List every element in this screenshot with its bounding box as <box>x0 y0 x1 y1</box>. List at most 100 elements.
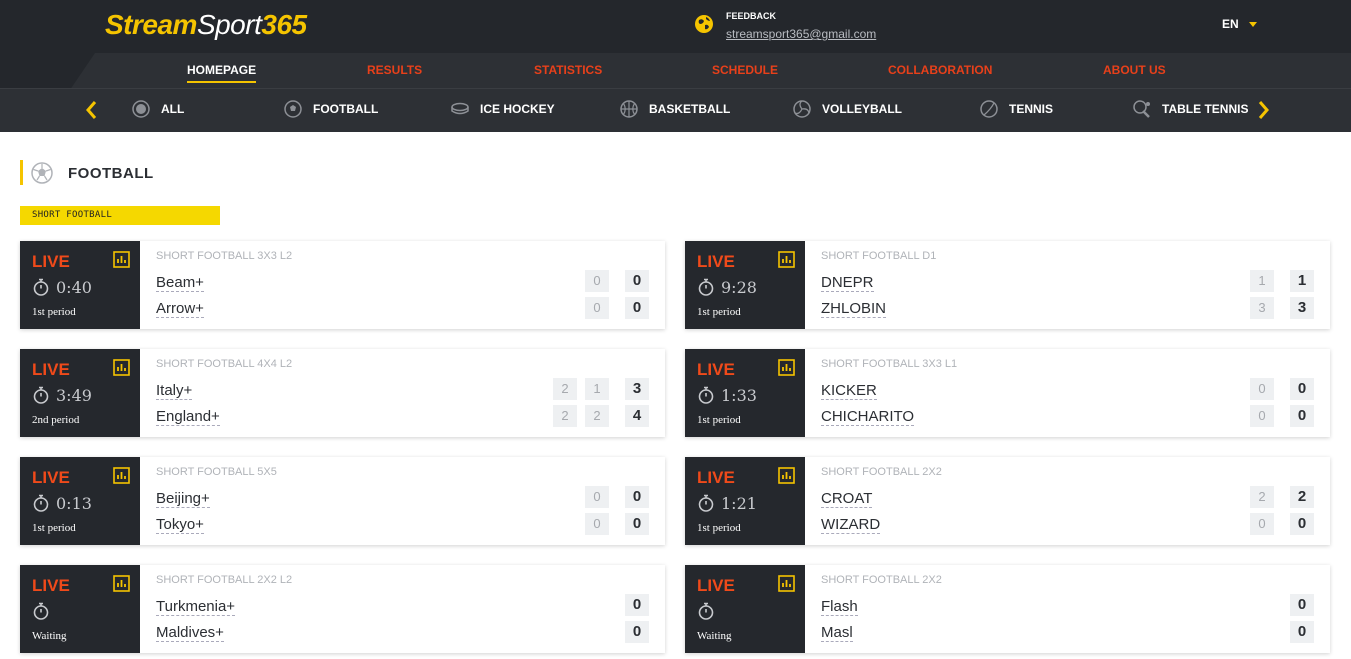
tennis-ball-icon <box>980 100 998 118</box>
caret-down-icon[interactable] <box>1249 22 1257 27</box>
total-score: 0 <box>1290 405 1314 427</box>
live-label: LIVE <box>32 252 70 271</box>
team-name-away[interactable]: Masl <box>821 624 853 642</box>
nav-collaboration[interactable]: COLLABORATION <box>888 63 992 77</box>
nav-results[interactable]: RESULTS <box>367 63 422 77</box>
stats-icon[interactable] <box>778 467 795 484</box>
live-label: LIVE <box>697 576 735 595</box>
match-card[interactable]: LIVE 1:21 1st period SHORT FOOTBALL 2X2 CROA… <box>685 457 1330 545</box>
period-score: 0 <box>585 297 609 319</box>
stats-icon[interactable] <box>113 251 130 268</box>
match-league: SHORT FOOTBALL 3X3 L1 <box>821 358 958 370</box>
chevron-left-icon[interactable] <box>84 100 98 120</box>
team-name-home[interactable]: CROAT <box>821 490 873 508</box>
match-time: 9:28 <box>721 278 757 297</box>
match-card[interactable]: LIVE 3:49 2nd period SHORT FOOTBALL 4X4 L2 I… <box>20 349 665 437</box>
match-card[interactable]: LIVE Waiting SHORT FOOTBALL 2X2 Flash Masl 0 0 <box>685 565 1330 653</box>
match-time: 0:13 <box>56 494 92 513</box>
total-score: 3 <box>625 378 649 400</box>
all-icon <box>132 100 150 118</box>
sport-tab-basketball[interactable]: BASKETBALL <box>620 99 730 119</box>
match-status-panel: LIVE 0:40 1st period <box>20 241 140 329</box>
sport-tab-football[interactable]: FOOTBALL <box>284 99 378 119</box>
total-score: 1 <box>1290 270 1314 292</box>
team-name-away[interactable]: ZHLOBIN <box>821 300 887 318</box>
period-score: 0 <box>1250 513 1274 535</box>
table-tennis-icon <box>1133 100 1150 118</box>
match-league: SHORT FOOTBALL 2X2 <box>821 466 942 478</box>
sport-tab-volleyball[interactable]: VOLLEYBALL <box>793 99 902 119</box>
team-name-away[interactable]: Arrow+ <box>156 300 204 318</box>
team-name-home[interactable]: Italy+ <box>156 382 193 400</box>
chevron-right-icon[interactable] <box>1257 100 1271 120</box>
sport-tab-label: TENNIS <box>1009 102 1054 116</box>
team-name-home[interactable]: Flash <box>821 598 858 616</box>
total-score: 0 <box>1290 513 1314 535</box>
language-selector[interactable]: EN <box>1222 17 1239 31</box>
stats-icon[interactable] <box>113 359 130 376</box>
match-time: 3:49 <box>56 386 92 405</box>
sport-tab-tennis[interactable]: TENNIS <box>980 99 1053 119</box>
match-status-panel: LIVE 0:13 1st period <box>20 457 140 545</box>
stopwatch-icon <box>698 278 714 296</box>
nav-schedule[interactable]: SCHEDULE <box>712 63 778 77</box>
football-icon <box>31 162 53 184</box>
team-name-home[interactable]: Beijing+ <box>156 490 210 508</box>
sport-tab-table-tennis[interactable]: TABLE TENNIS <box>1133 99 1248 119</box>
section-accent-bar <box>20 160 23 185</box>
sport-tab-label: VOLLEYBALL <box>822 102 902 116</box>
match-status-panel: LIVE Waiting <box>20 565 140 653</box>
match-card[interactable]: LIVE 0:40 1st period SHORT FOOTBALL 3X3 L2 B… <box>20 241 665 329</box>
basketball-icon <box>620 100 638 118</box>
stats-icon[interactable] <box>778 251 795 268</box>
stats-icon[interactable] <box>778 575 795 592</box>
period-score: 2 <box>1250 486 1274 508</box>
stats-icon[interactable] <box>778 359 795 376</box>
section-title: FOOTBALL <box>68 165 154 182</box>
sport-tab-label: BASKETBALL <box>649 102 731 116</box>
team-name-away[interactable]: WIZARD <box>821 516 881 534</box>
period-score: 1 <box>585 378 609 400</box>
match-card[interactable]: LIVE 9:28 1st period SHORT FOOTBALL D1 DNEPR… <box>685 241 1330 329</box>
match-league: SHORT FOOTBALL 4X4 L2 <box>156 358 293 370</box>
match-card[interactable]: LIVE 1:33 1st period SHORT FOOTBALL 3X3 L1 K… <box>685 349 1330 437</box>
total-score: 0 <box>625 297 649 319</box>
match-card[interactable]: LIVE Waiting SHORT FOOTBALL 2X2 L2 Turkmeni… <box>20 565 665 653</box>
nav-homepage[interactable]: HOMEPAGE <box>187 63 256 77</box>
total-score: 0 <box>625 270 649 292</box>
team-name-home[interactable]: Beam+ <box>156 274 204 292</box>
match-card[interactable]: LIVE 0:13 1st period SHORT FOOTBALL 5X5 Beij… <box>20 457 665 545</box>
match-period: Waiting <box>697 630 732 642</box>
site-logo[interactable]: StreamSport365 <box>105 9 307 41</box>
league-badge[interactable]: SHORT FOOTBALL <box>20 206 220 225</box>
nav-statistics[interactable]: STATISTICS <box>534 63 602 77</box>
team-name-home[interactable]: DNEPR <box>821 274 874 292</box>
nav-about-us[interactable]: ABOUT US <box>1103 63 1166 77</box>
feedback-email-link[interactable]: streamsport365@gmail.com <box>726 27 876 41</box>
stopwatch-icon <box>698 602 714 620</box>
match-status-panel: LIVE 1:21 1st period <box>685 457 805 545</box>
team-name-away[interactable]: Tokyo+ <box>156 516 204 534</box>
team-name-home[interactable]: Turkmenia+ <box>156 598 236 616</box>
football-icon <box>284 100 302 118</box>
total-score: 2 <box>1290 486 1314 508</box>
sport-tab-label: TABLE TENNIS <box>1162 102 1249 116</box>
logo-part-365: 365 <box>261 9 307 40</box>
total-score: 0 <box>1290 621 1314 643</box>
team-name-away[interactable]: Maldives+ <box>156 624 224 642</box>
stats-icon[interactable] <box>113 575 130 592</box>
team-name-away[interactable]: CHICHARITO <box>821 408 915 426</box>
period-score: 3 <box>1250 297 1274 319</box>
sport-tab-ice-hockey[interactable]: ICE HOCKEY <box>451 99 555 119</box>
stopwatch-icon <box>33 386 49 404</box>
feedback-label: FEEDBACK <box>726 11 777 21</box>
match-status-panel: LIVE 1:33 1st period <box>685 349 805 437</box>
period-score: 0 <box>585 486 609 508</box>
stopwatch-icon <box>698 386 714 404</box>
stats-icon[interactable] <box>113 467 130 484</box>
team-name-away[interactable]: England+ <box>156 408 220 426</box>
match-status-panel: LIVE Waiting <box>685 565 805 653</box>
sport-tab-all[interactable]: ALL <box>132 99 184 119</box>
team-name-home[interactable]: KICKER <box>821 382 877 400</box>
live-label: LIVE <box>697 252 735 271</box>
